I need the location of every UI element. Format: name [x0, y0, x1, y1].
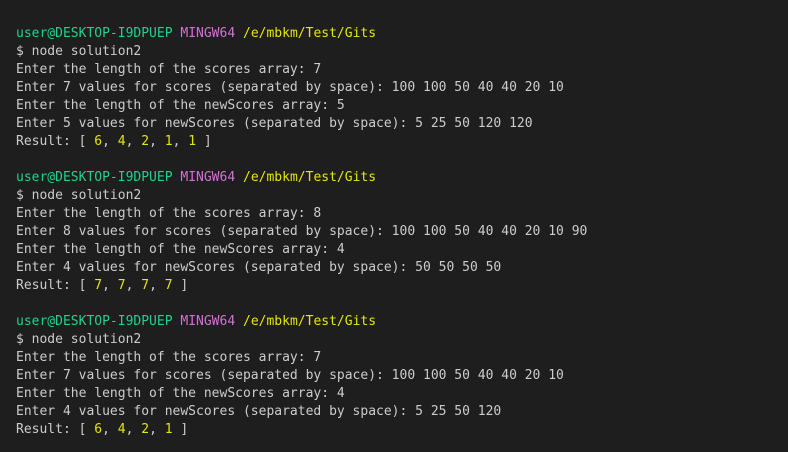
- result-value: 1: [164, 422, 173, 437]
- output-line: Enter the length of the newScores array:…: [16, 386, 345, 401]
- result-value: 4: [117, 422, 126, 437]
- result-value: 1: [188, 134, 197, 149]
- result-value: 7: [117, 278, 126, 293]
- prompt-line: user@DESKTOP-I9DPUEP MINGW64 /e/mbkm/Tes…: [16, 169, 788, 187]
- result-value: 4: [117, 134, 126, 149]
- prompt-user-host: user@DESKTOP-I9DPUEP: [16, 26, 173, 41]
- result-line: Result: [ 6, 4, 2, 1 ]: [16, 422, 189, 437]
- result-value: 1: [164, 134, 173, 149]
- prompt-path: /e/mbkm/Test/Gits: [243, 26, 377, 41]
- result-value: 2: [141, 134, 150, 149]
- result-value: 6: [94, 134, 103, 149]
- output-line: Enter 7 values for scores (separated by …: [16, 80, 564, 95]
- output-line: Enter 4 values for newScores (separated …: [16, 404, 502, 419]
- result-value: 6: [94, 422, 103, 437]
- output-line: Enter 4 values for newScores (separated …: [16, 260, 502, 275]
- result-value: 7: [94, 278, 103, 293]
- result-value: 2: [141, 422, 150, 437]
- result-line: Result: [ 7, 7, 7, 7 ]: [16, 278, 189, 293]
- output-line: Enter the length of the newScores array:…: [16, 98, 345, 113]
- result-value: 7: [141, 278, 150, 293]
- output-line: Enter the length of the scores array: 7: [16, 62, 322, 77]
- result-label: Result:: [16, 134, 79, 149]
- result-label: Result:: [16, 278, 79, 293]
- output-line: Enter the length of the scores array: 7: [16, 350, 322, 365]
- prompt-user-host: user@DESKTOP-I9DPUEP: [16, 170, 173, 185]
- prompt-system: MINGW64: [180, 314, 236, 329]
- prompt-path: /e/mbkm/Test/Gits: [243, 314, 377, 329]
- terminal-window[interactable]: user@DESKTOP-I9DPUEP MINGW64 /e/mbkm/Tes…: [0, 0, 788, 452]
- output-line: Enter 5 values for newScores (separated …: [16, 116, 533, 131]
- result-label: Result:: [16, 422, 79, 437]
- output-line: Enter 7 values for scores (separated by …: [16, 368, 564, 383]
- prompt-user-host: user@DESKTOP-I9DPUEP: [16, 314, 173, 329]
- command-line: $ node solution2: [16, 188, 142, 203]
- prompt-line: user@DESKTOP-I9DPUEP MINGW64 /e/mbkm/Tes…: [16, 25, 788, 43]
- command-line: $ node solution2: [16, 332, 142, 347]
- output-line: Enter 8 values for scores (separated by …: [16, 224, 588, 239]
- result-value: 7: [164, 278, 173, 293]
- prompt-line: user@DESKTOP-I9DPUEP MINGW64 /e/mbkm/Tes…: [16, 313, 788, 331]
- prompt-system: MINGW64: [180, 26, 236, 41]
- prompt-path: /e/mbkm/Test/Gits: [243, 170, 377, 185]
- output-line: Enter the length of the scores array: 8: [16, 206, 322, 221]
- command-line: $ node solution2: [16, 44, 142, 59]
- output-line: Enter the length of the newScores array:…: [16, 242, 345, 257]
- prompt-system: MINGW64: [180, 170, 236, 185]
- result-line: Result: [ 6, 4, 2, 1, 1 ]: [16, 134, 212, 149]
